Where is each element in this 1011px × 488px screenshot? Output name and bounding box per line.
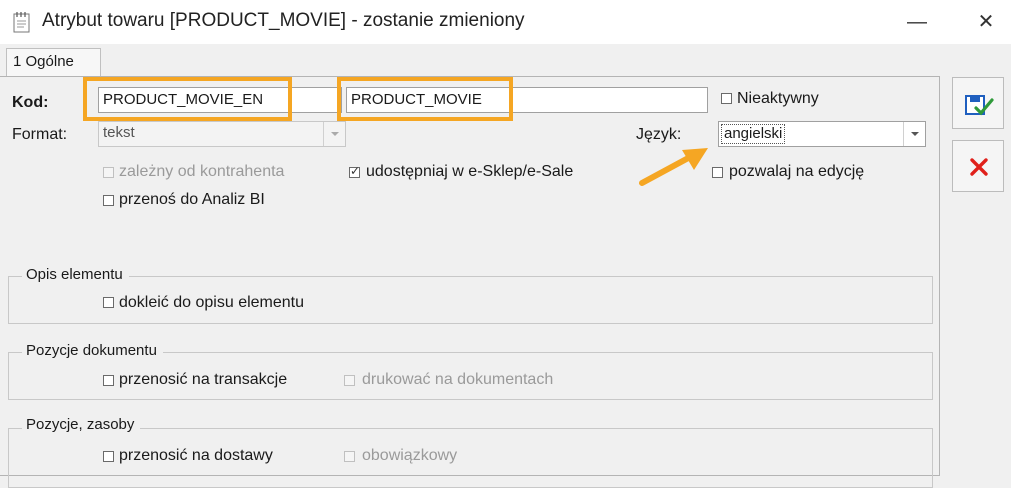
cancel-icon — [970, 158, 988, 176]
jezyk-label: Język: — [636, 126, 682, 143]
format-select-value: tekst — [103, 124, 135, 141]
dostawy-label: przenosić na dostawy — [119, 447, 273, 464]
jezyk-select[interactable]: angielski — [718, 121, 926, 147]
dostawy-checkbox[interactable] — [103, 451, 114, 462]
nieaktywny-label: Nieaktywny — [737, 90, 819, 107]
przenos-bi-checkbox[interactable] — [103, 195, 114, 206]
chevron-down-icon — [323, 122, 345, 146]
transakcje-label: przenosić na transakcje — [119, 371, 288, 388]
kod-label: Kod: — [12, 94, 49, 111]
pozwalaj-checkbox[interactable] — [712, 167, 723, 178]
jezyk-select-value: angielski — [720, 124, 786, 144]
group-pozycje-zasoby-title: Pozycje, zasoby — [22, 416, 141, 433]
cancel-button[interactable] — [952, 140, 1004, 192]
nieaktywny-checkbox[interactable] — [721, 93, 732, 104]
group-opis-elementu-title: Opis elementu — [22, 266, 129, 283]
format-label: Format: — [12, 126, 68, 143]
arrow-annotation-icon — [636, 144, 712, 188]
save-button[interactable] — [952, 77, 1004, 129]
save-icon — [965, 95, 994, 116]
highlight-box-kod — [83, 77, 292, 121]
window-title: Atrybut towaru [PRODUCT_MOVIE] - zostani… — [42, 10, 525, 31]
minimize-button[interactable]: — — [897, 8, 937, 36]
drukowac-label: drukować na dokumentach — [362, 371, 554, 388]
doklej-checkbox[interactable] — [103, 297, 114, 308]
pozwalaj-label: pozwalaj na edycję — [729, 163, 865, 180]
przenos-bi-label: przenoś do Analiz BI — [119, 191, 265, 208]
tab-ogolne-label: 1 Ogólne — [13, 53, 74, 70]
udostepniaj-label: udostępniaj w e-Sklep/e-Sale — [366, 163, 574, 180]
close-button[interactable]: ✕ — [966, 8, 1006, 36]
highlight-box-kod-secondary — [337, 77, 513, 121]
drukowac-checkbox[interactable] — [344, 375, 355, 386]
udostepniaj-checkbox[interactable] — [349, 164, 360, 178]
group-pozycje-dokumentu-title: Pozycje dokumentu — [22, 342, 163, 359]
zalezny-label: zależny od kontrahenta — [119, 163, 285, 180]
obowiazkowy-checkbox[interactable] — [344, 451, 355, 462]
transakcje-checkbox[interactable] — [103, 375, 114, 386]
notepad-icon — [11, 10, 33, 34]
chevron-down-icon — [903, 122, 925, 146]
format-select[interactable]: tekst — [98, 121, 346, 147]
obowiazkowy-label: obowiązkowy — [362, 447, 458, 464]
zalezny-checkbox[interactable] — [103, 167, 114, 178]
doklej-label: dokleić do opisu elementu — [119, 294, 305, 311]
